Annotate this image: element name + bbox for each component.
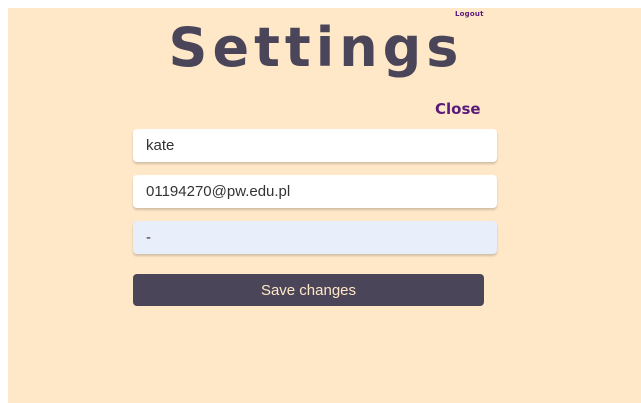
save-changes-button[interactable]: Save changes bbox=[133, 274, 484, 306]
close-link[interactable]: Close bbox=[435, 100, 481, 118]
email-field[interactable] bbox=[133, 175, 497, 208]
settings-page: Logout Settings Close Save changes bbox=[8, 8, 641, 403]
name-field[interactable] bbox=[133, 129, 497, 162]
page-title: Settings bbox=[168, 16, 464, 79]
password-field[interactable] bbox=[133, 221, 497, 254]
